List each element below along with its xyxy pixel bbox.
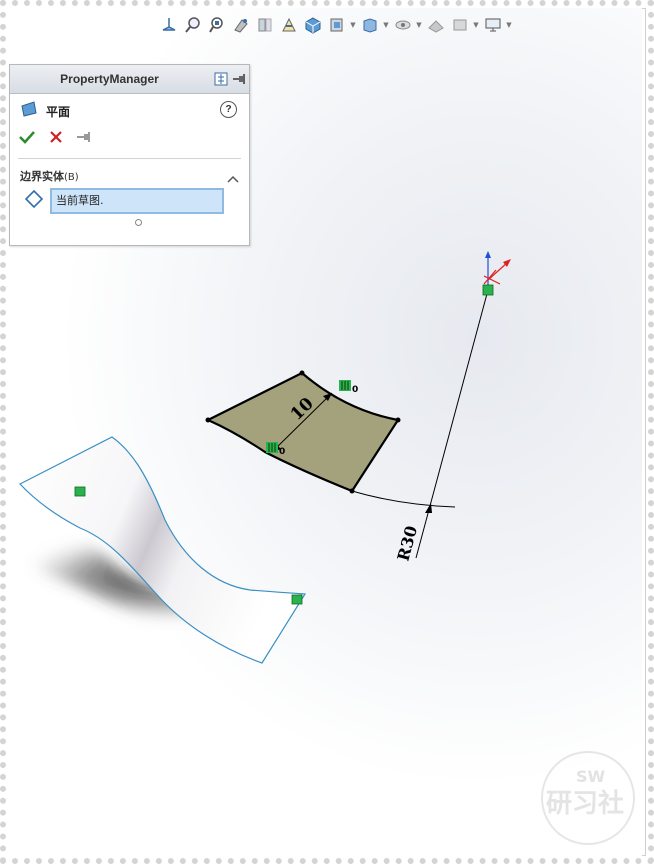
zoom-area-icon[interactable]: [206, 15, 227, 35]
triad-x-axis: [487, 261, 509, 281]
chevron-down-icon[interactable]: ▼: [416, 21, 422, 29]
zoom-to-fit-icon[interactable]: [182, 15, 203, 35]
relation-count: 0: [352, 385, 358, 395]
arc-center-point-icon[interactable]: [482, 284, 494, 296]
boundary-entities-section-header[interactable]: 边界实体(B): [20, 165, 241, 183]
cancel-button[interactable]: [48, 129, 64, 149]
property-manager-title: PropertyManager: [60, 72, 159, 86]
keep-visible-button[interactable]: [76, 129, 94, 149]
dynamic-annotation-icon[interactable]: [278, 15, 299, 35]
boundary-entities-selection-box[interactable]: 当前草图.: [50, 188, 224, 214]
svg-text:SW: SW: [576, 767, 606, 786]
sketch-point[interactable]: [395, 417, 401, 423]
relation-glyph[interactable]: [339, 380, 351, 391]
view-orientation-cube-icon[interactable]: [302, 15, 323, 35]
property-manager-header: PropertyManager: [10, 65, 249, 94]
chevron-up-icon[interactable]: [227, 168, 239, 187]
relation-count: 0: [279, 447, 285, 457]
section-title: 边界实体(B): [20, 170, 79, 183]
feature-title-row: 平面 ?: [20, 101, 239, 121]
sketch-point[interactable]: [299, 370, 305, 376]
view-orientation-icon[interactable]: [158, 15, 179, 35]
plane-feature-icon: [20, 100, 38, 122]
resize-grip[interactable]: [135, 219, 142, 226]
close-icon: [50, 131, 62, 143]
boundary-entity-icon: [24, 189, 44, 213]
divider: [18, 158, 241, 159]
relation-marker-icon[interactable]: [291, 594, 303, 605]
pin-icon[interactable]: [231, 71, 247, 87]
section-view-icon[interactable]: [254, 15, 275, 35]
arc-extension-line: [351, 490, 456, 508]
sketch-point[interactable]: [205, 417, 211, 423]
apply-scene-icon[interactable]: [425, 15, 446, 35]
action-buttons: [18, 129, 94, 149]
view-settings-icon[interactable]: [449, 15, 470, 35]
svg-text:研习社: 研习社: [546, 788, 624, 819]
graphics-area[interactable]: 10 0 0 R30 ▼ ▼ ▼ ▼ ▼ PropertyManager 平面 …: [8, 8, 642, 856]
radius-dimension-text[interactable]: R30: [394, 524, 422, 563]
chevron-down-icon[interactable]: ▼: [473, 21, 479, 29]
relation-glyph[interactable]: [266, 442, 278, 453]
triad-z-arrow-icon: [485, 251, 491, 258]
section-title-text: 边界实体: [20, 170, 64, 183]
watermark-logo: SW 研习社: [541, 751, 635, 845]
edit-appearance-icon[interactable]: [392, 15, 413, 35]
ok-button[interactable]: [18, 129, 36, 149]
property-manager-panel: PropertyManager 平面 ? 边界实体(B) 当前草图.: [9, 64, 250, 246]
checkmark-icon: [19, 131, 35, 144]
sketch-point[interactable]: [349, 488, 355, 494]
help-icon[interactable]: ?: [220, 101, 237, 118]
sketch-planar-region[interactable]: [206, 371, 400, 493]
pushpin-icon: [77, 132, 90, 142]
hide-show-items-icon[interactable]: [359, 15, 380, 35]
expand-panel-icon[interactable]: [213, 71, 229, 87]
radius-leader-line[interactable]: [415, 289, 489, 559]
heads-up-view-toolbar: ▼ ▼ ▼ ▼ ▼: [158, 14, 512, 36]
section-shortcut: (B): [64, 172, 79, 183]
previous-view-icon[interactable]: [230, 15, 251, 35]
chevron-down-icon[interactable]: ▼: [350, 21, 356, 29]
chevron-down-icon[interactable]: ▼: [506, 21, 512, 29]
relation-marker-icon[interactable]: [74, 486, 86, 497]
display-style-icon[interactable]: [326, 15, 347, 35]
chevron-down-icon[interactable]: ▼: [383, 21, 389, 29]
dimension-arrow: [425, 503, 432, 513]
monitor-icon[interactable]: [482, 15, 503, 35]
feature-name: 平面: [46, 104, 71, 119]
